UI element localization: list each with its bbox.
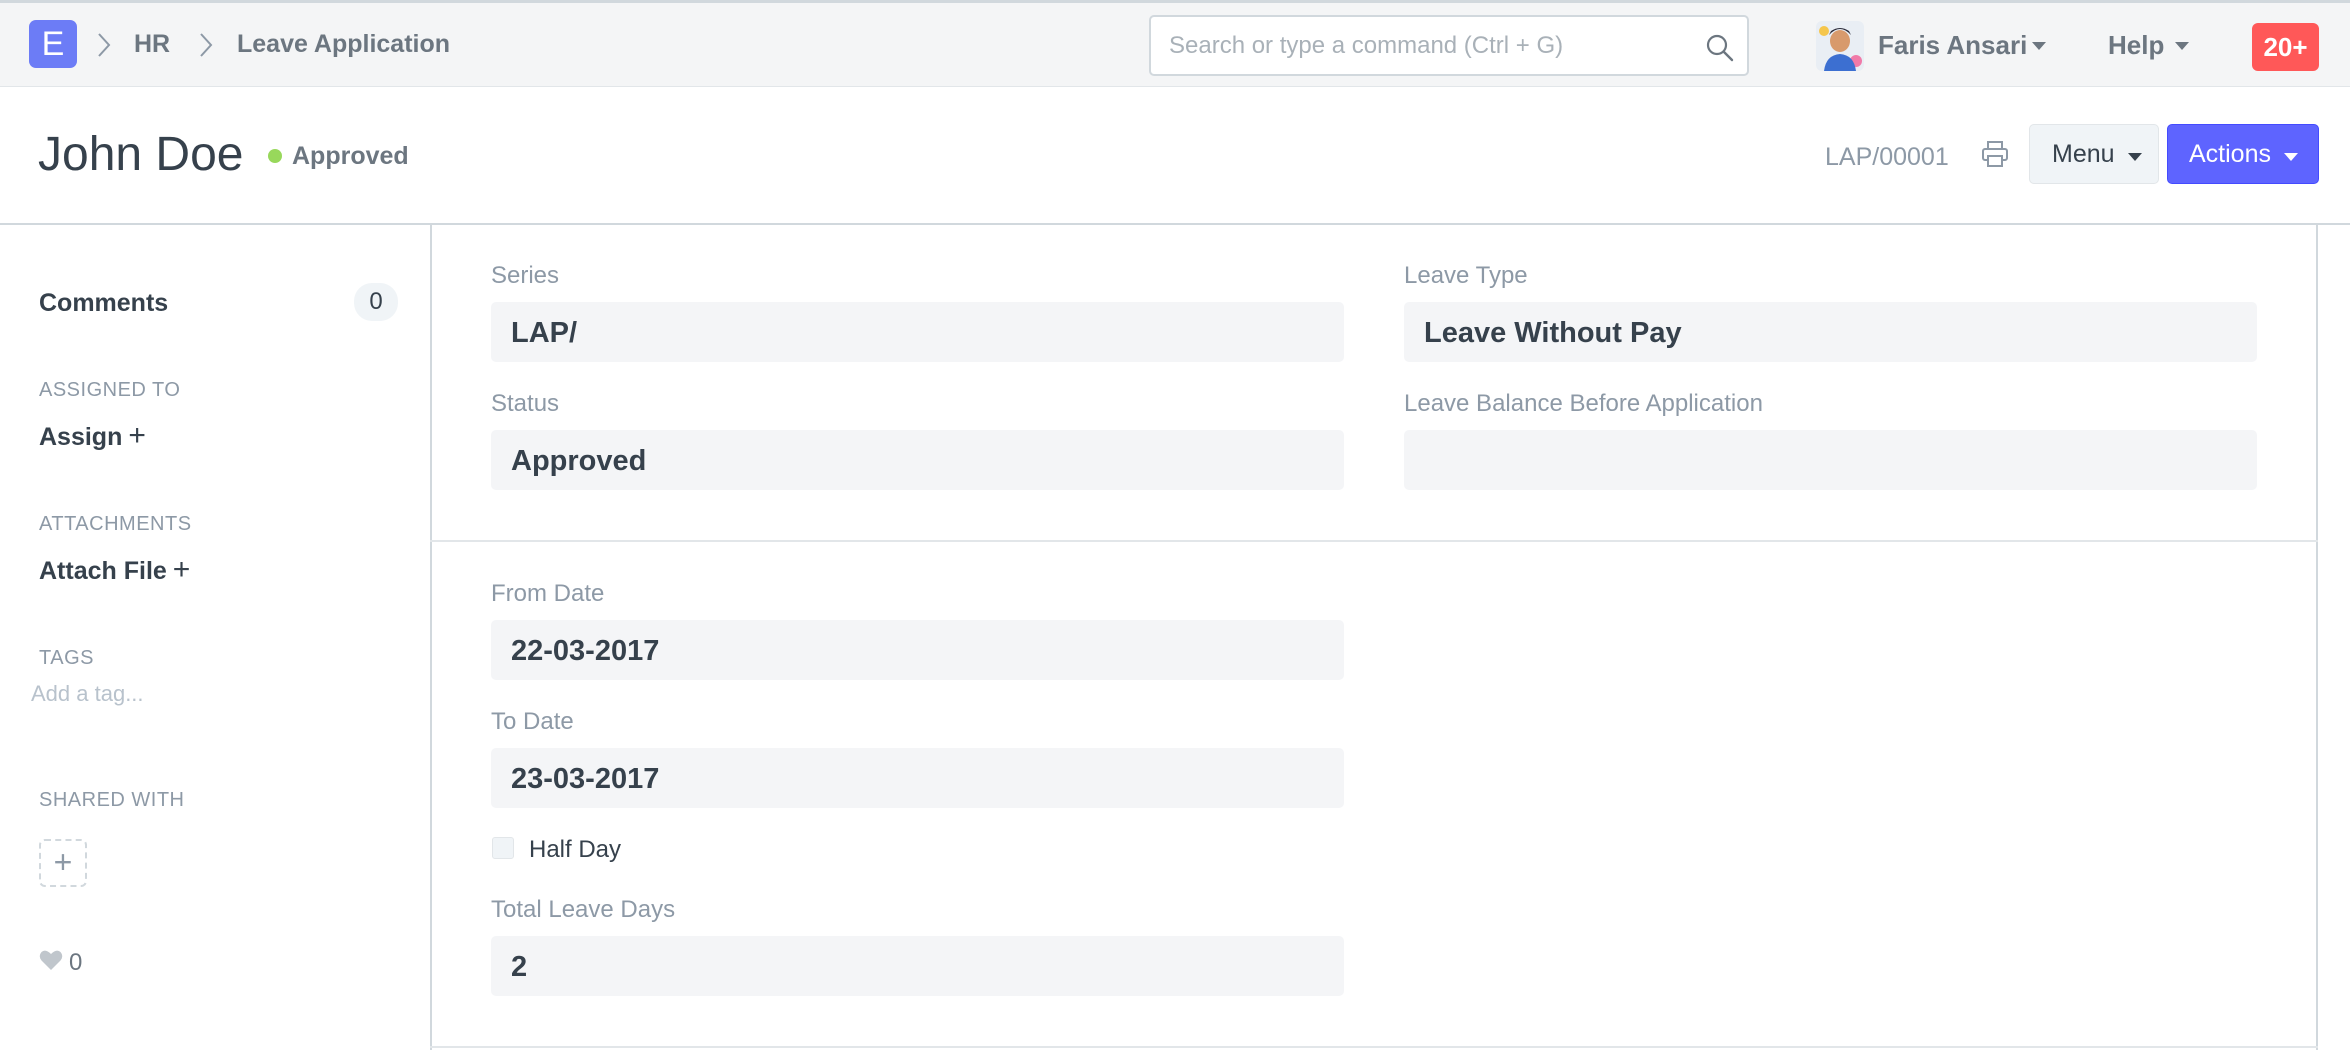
attachments-label: ATTACHMENTS <box>39 513 192 535</box>
page-title: John Doe <box>38 128 244 181</box>
menu-button[interactable]: Menu <box>2029 124 2159 184</box>
half-day-label[interactable]: Half Day <box>529 836 621 864</box>
to-date-label: To Date <box>491 708 574 735</box>
from-date-field[interactable]: 22-03-2017 <box>491 620 1344 680</box>
series-value: LAP/ <box>511 317 578 349</box>
menu-button-label: Menu <box>2052 140 2115 168</box>
section-divider <box>430 540 2318 542</box>
attach-file-label: Attach File <box>39 557 167 585</box>
status-label: Status <box>491 390 560 417</box>
notification-badge[interactable]: 20+ <box>2252 23 2319 71</box>
from-date-value: 22-03-2017 <box>511 635 660 667</box>
leave-balance-field <box>1404 430 2257 490</box>
chevron-right-icon <box>200 33 213 57</box>
likes-count: 0 <box>69 949 83 976</box>
search-input[interactable] <box>1169 27 1689 65</box>
attach-file-button[interactable]: Attach File + <box>39 553 190 587</box>
search-icon[interactable] <box>1705 33 1735 63</box>
to-date-value: 23-03-2017 <box>511 763 660 795</box>
assign-label: Assign <box>39 423 123 451</box>
navbar: E HR Leave Application Faris Ansari Help… <box>0 0 2350 87</box>
add-share-button[interactable]: + <box>39 839 87 887</box>
comments-count-badge: 0 <box>354 283 398 321</box>
plus-icon: + <box>172 553 191 586</box>
status-value: Approved <box>511 445 647 477</box>
chevron-right-icon <box>98 33 111 57</box>
user-menu[interactable]: Faris Ansari <box>1878 30 2027 61</box>
heart-icon[interactable] <box>39 949 63 971</box>
breadcrumb-leave-application[interactable]: Leave Application <box>237 30 450 59</box>
caret-down-icon <box>2283 153 2298 161</box>
assigned-to-label: ASSIGNED TO <box>39 379 181 401</box>
leave-type-label: Leave Type <box>1404 262 1528 289</box>
total-leave-days-label: Total Leave Days <box>491 896 676 923</box>
sidebar: Comments 0 ASSIGNED TO Assign + ATTACHMEN… <box>0 225 430 1050</box>
shared-with-label: SHARED WITH <box>39 789 185 811</box>
tags-label: TAGS <box>39 647 94 669</box>
total-leave-days-value: 2 <box>511 951 528 983</box>
breadcrumb-hr[interactable]: HR <box>134 30 170 59</box>
user-avatar-image <box>1816 21 1864 71</box>
leave-type-field[interactable]: Leave Without Pay <box>1404 302 2257 362</box>
leave-type-value: Leave Without Pay <box>1424 317 1682 349</box>
caret-down-icon <box>2127 153 2142 161</box>
from-date-label: From Date <box>491 580 605 607</box>
assign-button[interactable]: Assign + <box>39 419 146 453</box>
status-badge: Approved <box>292 142 409 170</box>
actions-button[interactable]: Actions <box>2167 124 2319 184</box>
help-menu[interactable]: Help <box>2108 30 2164 61</box>
status-field[interactable]: Approved <box>491 430 1344 490</box>
page-head: John Doe Approved LAP/00001 Menu Actions <box>0 87 2350 225</box>
status-indicator-dot <box>268 149 282 163</box>
actions-button-label: Actions <box>2189 140 2271 168</box>
caret-down-icon[interactable] <box>2032 41 2046 51</box>
avatar[interactable] <box>1816 21 1864 71</box>
document-name: LAP/00001 <box>1825 143 1949 171</box>
half-day-checkbox[interactable] <box>492 837 514 859</box>
to-date-field[interactable]: 23-03-2017 <box>491 748 1344 808</box>
leave-balance-label: Leave Balance Before Application <box>1404 390 1763 417</box>
series-field[interactable]: LAP/ <box>491 302 1344 362</box>
printer-icon[interactable] <box>1980 139 2010 169</box>
total-leave-days-field: 2 <box>491 936 1344 996</box>
caret-down-icon[interactable] <box>2175 41 2189 51</box>
sidebar-comments-link[interactable]: Comments <box>39 289 168 318</box>
add-tag-input[interactable]: Add a tag... <box>31 681 144 707</box>
search-bar <box>1149 15 1749 76</box>
series-label: Series <box>491 262 560 289</box>
plus-icon: + <box>128 419 146 452</box>
section-divider <box>430 1046 2318 1048</box>
app-logo[interactable]: E <box>29 20 77 68</box>
